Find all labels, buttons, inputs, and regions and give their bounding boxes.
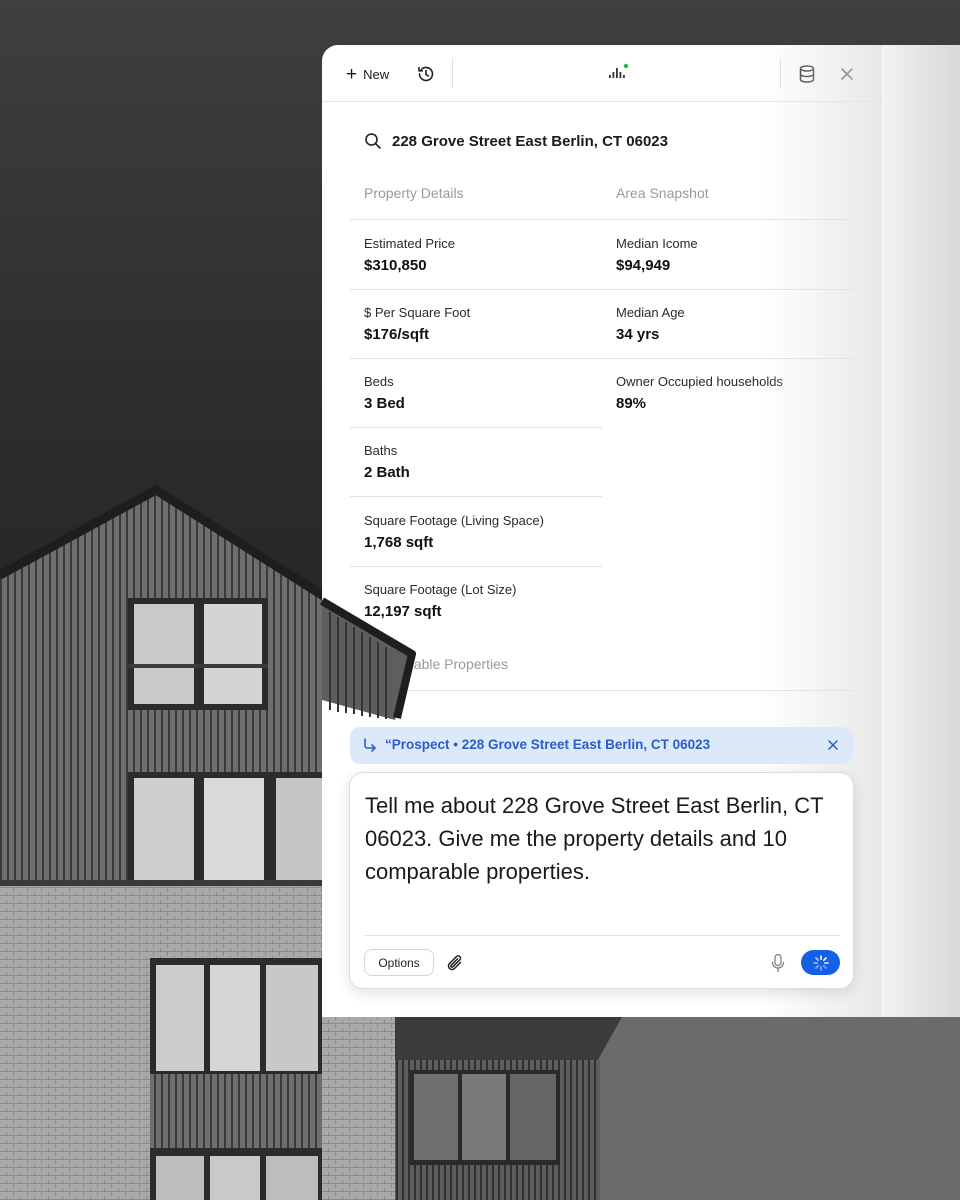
message-input[interactable]: Tell me about 228 Grove Street East Berl… <box>365 789 835 888</box>
context-pill[interactable]: “Prospect • 228 Grove Street East Berlin… <box>350 727 853 764</box>
send-button[interactable] <box>801 950 840 975</box>
building-roof-overlay <box>319 597 416 720</box>
context-pill-text: “Prospect • 228 Grove Street East Berlin… <box>385 737 711 752</box>
remove-context-icon[interactable] <box>826 738 840 752</box>
reply-arrow-icon <box>364 738 376 752</box>
composer-divider <box>364 935 840 936</box>
paperclip-icon[interactable] <box>446 953 464 973</box>
message-composer[interactable]: Tell me about 228 Grove Street East Berl… <box>349 772 854 989</box>
microphone-icon[interactable] <box>770 953 786 973</box>
options-button[interactable]: Options <box>364 949 434 976</box>
loading-spinner-icon <box>812 954 829 971</box>
